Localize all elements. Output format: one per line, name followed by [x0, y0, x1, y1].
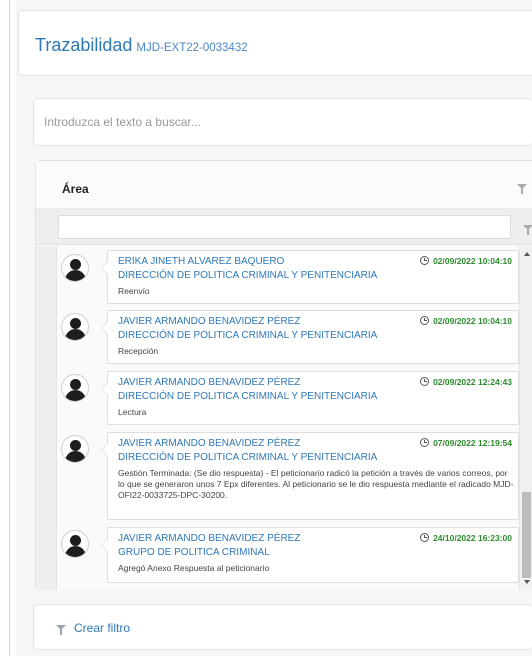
list-item: JAVIER ARMANDO BENAVIDEZ PÉREZ DIRECCIÓN…: [57, 429, 519, 523]
entry-department: DIRECCIÓN DE POLITICA CRIMINAL Y PENITEN…: [118, 391, 378, 402]
entry-timestamp-text: 02/09/2022 10:04:10: [433, 256, 512, 266]
list-scrollbar[interactable]: [519, 246, 532, 590]
entry-department: DIRECCIÓN DE POLITICA CRIMINAL Y PENITEN…: [118, 452, 378, 463]
list-gutter: [36, 246, 57, 590]
clock-icon: [420, 316, 430, 325]
list-item: JAVIER ARMANDO BENAVIDEZ PÉREZ DIRECCIÓN…: [57, 307, 519, 367]
entry-description: Gestión Terminada: (Se dio respuesta) - …: [118, 468, 514, 500]
entry-user-name: JAVIER ARMANDO BENAVIDEZ PÉREZ: [118, 377, 301, 388]
filter-icon[interactable]: [523, 225, 532, 235]
entry-bubble: JAVIER ARMANDO BENAVIDEZ PÉREZ GRUPO DE …: [101, 527, 519, 583]
list-content: ERIKA JINETH ALVAREZ BAQUERO DIRECCIÓN D…: [57, 246, 519, 590]
search-input[interactable]: [44, 99, 524, 145]
entry-department: GRUPO DE POLITICA CRIMINAL: [118, 547, 270, 558]
entry-timestamp: 02/09/2022 10:04:10: [420, 256, 512, 266]
scroll-down-arrow-icon[interactable]: [524, 580, 530, 584]
avatar-icon: [61, 254, 89, 282]
avatar-icon: [61, 530, 89, 558]
column-header-area[interactable]: Área: [36, 161, 532, 209]
page-title-text: Trazabilidad: [35, 35, 133, 55]
entry-description: Agregó Anexo Respuesta al peticionario: [118, 563, 270, 573]
entry-description: Recepción: [118, 346, 159, 356]
entry-user-name: ERIKA JINETH ALVAREZ BAQUERO: [118, 256, 285, 267]
search-box: [33, 98, 532, 146]
entry-timestamp: 02/09/2022 10:04:10: [420, 316, 512, 326]
create-filter-label: Crear filtro: [74, 621, 131, 635]
entry-timestamp-text: 02/09/2022 12:24:43: [433, 377, 512, 387]
filter-icon: [56, 625, 66, 635]
entry-bubble: JAVIER ARMANDO BENAVIDEZ PÉREZ DIRECCIÓN…: [101, 371, 519, 425]
entry-bubble: JAVIER ARMANDO BENAVIDEZ PÉREZ DIRECCIÓN…: [101, 310, 519, 364]
list-item: JAVIER ARMANDO BENAVIDEZ PÉREZ DIRECCIÓN…: [57, 368, 519, 428]
entry-timestamp: 07/09/2022 12:19:54: [420, 438, 512, 448]
avatar-icon: [61, 435, 89, 463]
column-title: Área: [62, 182, 89, 196]
scroll-thumb[interactable]: [522, 492, 531, 578]
entry-timestamp-text: 24/10/2022 16:23:00: [433, 533, 512, 543]
avatar-icon: [61, 374, 89, 402]
entry-timestamp-text: 02/09/2022 10:04:10: [433, 316, 512, 326]
create-filter-button[interactable]: Crear filtro: [56, 621, 130, 635]
entry-user-name: JAVIER ARMANDO BENAVIDEZ PÉREZ: [118, 533, 301, 544]
clock-icon: [420, 533, 430, 542]
filter-icon[interactable]: [517, 184, 527, 194]
column-filter-input[interactable]: [58, 215, 511, 239]
entry-user-name: JAVIER ARMANDO BENAVIDEZ PÉREZ: [118, 316, 301, 327]
entry-bubble: JAVIER ARMANDO BENAVIDEZ PÉREZ DIRECCIÓN…: [101, 432, 519, 520]
clock-icon: [420, 438, 430, 447]
entry-description: Lectura: [118, 407, 147, 417]
entry-department: DIRECCIÓN DE POLITICA CRIMINAL Y PENITEN…: [118, 330, 378, 341]
entry-timestamp: 02/09/2022 12:24:43: [420, 377, 512, 387]
filter-footer: Crear filtro: [33, 604, 532, 650]
list-item: ERIKA JINETH ALVAREZ BAQUERO DIRECCIÓN D…: [57, 246, 519, 306]
entry-department: DIRECCIÓN DE POLITICA CRIMINAL Y PENITEN…: [118, 270, 378, 281]
entry-timestamp: 24/10/2022 16:23:00: [420, 533, 512, 543]
filter-row: [36, 209, 532, 245]
clock-icon: [420, 256, 430, 265]
trace-list: ERIKA JINETH ALVAREZ BAQUERO DIRECCIÓN D…: [36, 246, 532, 590]
scroll-up-arrow-icon[interactable]: [524, 252, 530, 256]
entry-description: Reenvío: [118, 286, 150, 296]
list-item: JAVIER ARMANDO BENAVIDEZ PÉREZ GRUPO DE …: [57, 524, 519, 586]
trace-header: Trazabilidad MJD-EXT22-0033432: [18, 10, 532, 76]
trace-grid: Área ERIKA JINETH ALVAREZ BAQUERO DIRECC…: [35, 160, 532, 590]
entry-user-name: JAVIER ARMANDO BENAVIDEZ PÉREZ: [118, 438, 301, 449]
page-title: Trazabilidad MJD-EXT22-0033432: [35, 35, 248, 56]
page-divider: [9, 0, 10, 656]
clock-icon: [420, 377, 430, 386]
entry-timestamp-text: 07/09/2022 12:19:54: [433, 438, 512, 448]
main-area: TrazabilidadMJD-EXT22-0033432 Área ERIKA…: [16, 0, 532, 656]
record-code: MJD-EXT22-0033432: [136, 42, 248, 54]
avatar-icon: [61, 313, 89, 341]
entry-bubble: ERIKA JINETH ALVAREZ BAQUERO DIRECCIÓN D…: [101, 250, 519, 304]
